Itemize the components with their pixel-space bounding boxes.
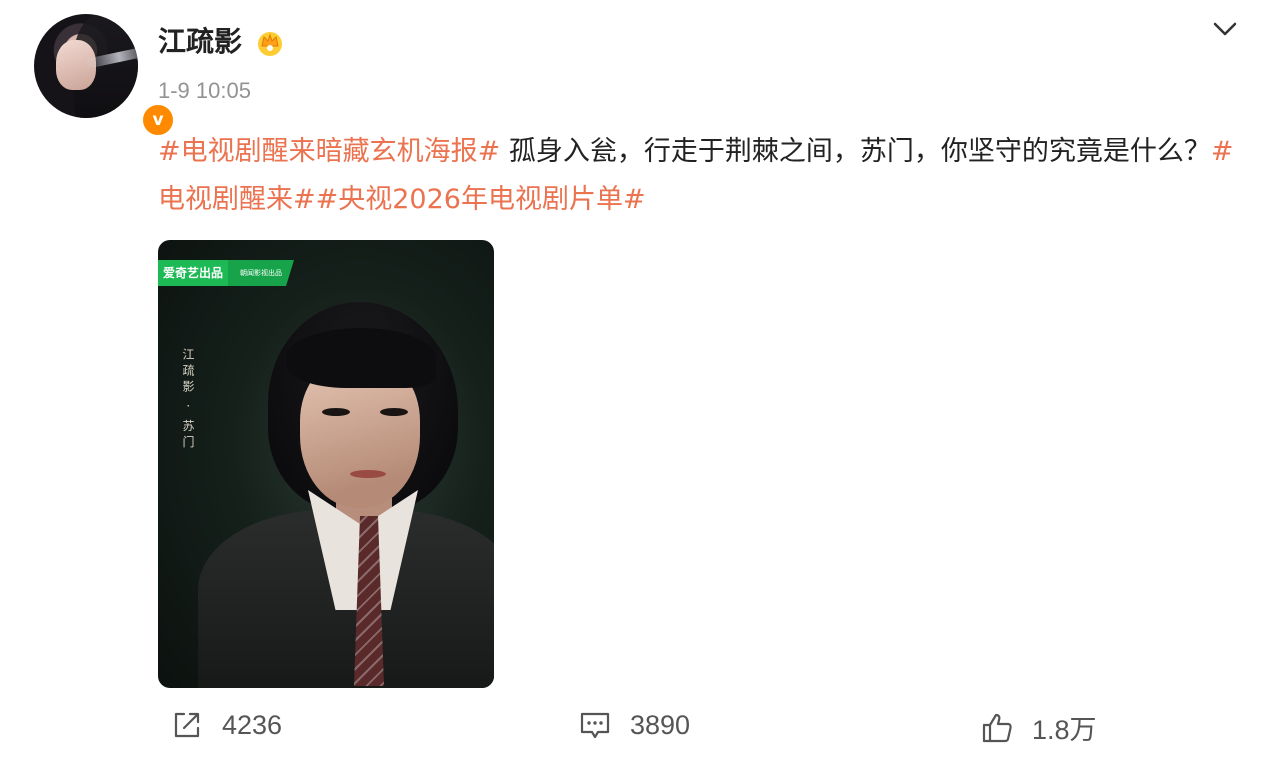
repost-button[interactable]: 4236 bbox=[170, 708, 282, 742]
comment-button[interactable]: 3890 bbox=[578, 708, 690, 742]
action-bar: 4236 3890 1.8万 bbox=[0, 704, 1266, 750]
repost-icon bbox=[174, 712, 200, 738]
post-image[interactable]: 爱奇艺出品 朝闻影视出品 江疏影 · 苏门 bbox=[158, 240, 494, 688]
post-body-text: 孤身入瓮，行走于荆棘之间，苏门，你坚守的究竟是什么？ bbox=[500, 136, 1211, 167]
repost-count: 4236 bbox=[222, 709, 283, 740]
post-timestamp[interactable]: 1-9 10:05 bbox=[158, 78, 251, 104]
chevron-down-icon[interactable] bbox=[1212, 20, 1238, 38]
thumbs-up-icon bbox=[982, 713, 1012, 742]
comment-count: 3890 bbox=[630, 709, 691, 740]
comment-icon bbox=[580, 712, 610, 739]
hashtag-link[interactable]: #电视剧醒来暗藏玄机海报# bbox=[158, 136, 500, 167]
poster-logo-main: 爱奇艺出品 bbox=[158, 260, 228, 286]
like-count: 1.8万 bbox=[1032, 715, 1097, 745]
hashtag-link[interactable]: #央视2026年电视剧片单# bbox=[316, 184, 646, 215]
poster-logo: 爱奇艺出品 朝闻影视出品 bbox=[158, 260, 296, 286]
crown-icon bbox=[258, 32, 282, 56]
avatar[interactable]: v bbox=[34, 14, 176, 138]
like-button[interactable]: 1.8万 bbox=[980, 708, 1097, 747]
author-name[interactable]: 江疏影 bbox=[158, 20, 242, 60]
poster-logo-sub: 朝闻影视出品 bbox=[228, 260, 294, 286]
poster-caption: 江疏影 · 苏门 bbox=[181, 348, 195, 452]
post-content: #电视剧醒来暗藏玄机海报# 孤身入瓮，行走于荆棘之间，苏门，你坚守的究竟是什么？… bbox=[158, 128, 1238, 224]
